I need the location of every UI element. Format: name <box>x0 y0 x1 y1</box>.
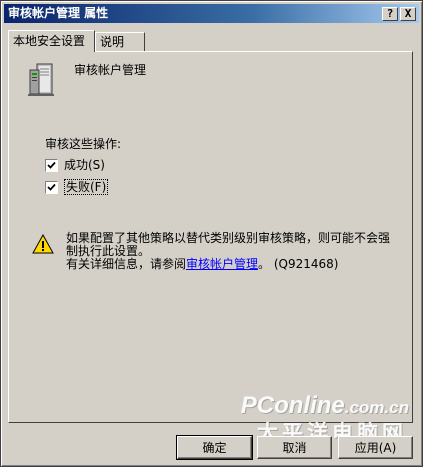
warning-icon <box>32 234 54 254</box>
close-button[interactable]: X <box>400 7 416 21</box>
tab-local-security-setting[interactable]: 本地安全设置 <box>8 30 95 52</box>
tab-panel: 审核帐户管理 审核这些操作: 成功(S) 失败(F) 如果配置了其他策略以替代类… <box>8 51 413 445</box>
apply-button[interactable]: 应用(A) <box>338 436 413 459</box>
policy-name: 审核帐户管理 <box>74 63 147 77</box>
watermark: PConline.com.cn 太平洋电脑网 <box>219 392 409 445</box>
tab-explain[interactable]: 说明 <box>95 32 145 51</box>
checkmark-icon <box>47 161 56 169</box>
properties-dialog: 审核帐户管理 属性 ? X 本地安全设置 说明 审核帐户管理 审核这些操作: 成… <box>0 0 423 467</box>
window-title: 审核帐户管理 属性 <box>8 6 109 20</box>
tab-label: 本地安全设置 <box>13 34 86 48</box>
success-label: 成功(S) <box>64 158 105 172</box>
tab-label: 说明 <box>100 35 125 49</box>
warning-line2-suffix: 。 (Q921468) <box>258 257 339 271</box>
audit-operations-label: 审核这些操作: <box>45 137 122 151</box>
help-button[interactable]: ? <box>382 7 398 21</box>
cancel-button[interactable]: 取消 <box>257 436 332 459</box>
ok-button[interactable]: 确定 <box>176 435 253 460</box>
server-icon <box>28 63 54 96</box>
success-checkbox[interactable] <box>45 159 58 172</box>
checkmark-icon <box>47 183 56 191</box>
warning-line2-prefix: 有关详细信息，请参阅 <box>66 257 187 271</box>
help-link[interactable]: 审核帐户管理 <box>186 257 258 271</box>
failure-checkbox[interactable] <box>45 181 58 194</box>
title-bar[interactable]: 审核帐户管理 属性 ? X <box>4 4 419 23</box>
warning-line1: 如果配置了其他策略以替代类别级别审核策略，则可能不会强制执行此设置。 <box>66 231 391 258</box>
failure-label: 失败(F) <box>64 179 109 195</box>
watermark-logo: PConline.com.cn <box>240 392 409 419</box>
warning-message: 如果配置了其他策略以替代类别级别审核策略，则可能不会强制执行此设置。 有关详细信… <box>66 232 396 271</box>
